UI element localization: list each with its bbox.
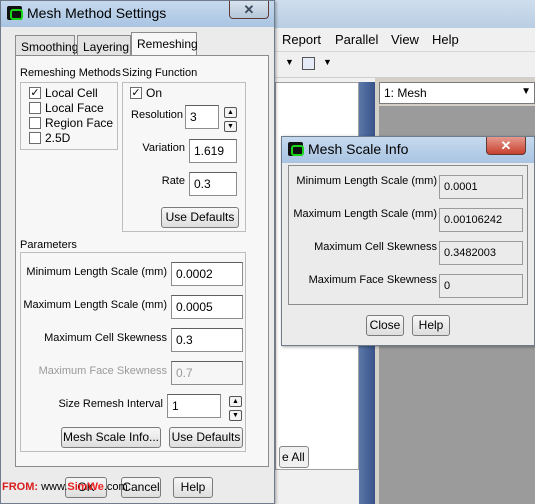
interval-up-icon[interactable]: ▲ [229,396,242,407]
size-remesh-interval-label: Size Remesh Interval [58,398,163,410]
remeshing-methods-group: ✓ Local Cell Local Face Region Face 2.5D [20,82,118,150]
local-face-checkbox[interactable] [29,102,41,114]
sizing-on-checkbox[interactable]: ✓ [130,87,142,99]
info-title: Mesh Scale Info [308,141,409,157]
info-panel: Minimum Length Scale (mm) 0.0001 Maximum… [288,165,528,305]
max-cell-skewness-input[interactable]: 0.3 [171,328,243,352]
interval-down-icon[interactable]: ▼ [229,410,242,421]
min-length-input[interactable]: 0.0002 [171,262,243,286]
menu-parallel[interactable]: Parallel [335,32,378,47]
local-face-label: Local Face [45,101,104,115]
watermark-prefix: FROM: [2,481,39,493]
max-cell-skewness-label: Maximum Cell Skewness [44,332,167,344]
mesh-method-settings-dialog: Mesh Method Settings ✕ Smoothing Layerin… [0,0,275,504]
watermark-site-a: www. [41,481,68,493]
region-face-checkbox[interactable] [29,117,41,129]
watermark-site-b: SimWe [67,481,104,493]
info-close-button[interactable]: Close [366,315,404,336]
mesh-scale-info-dialog: Mesh Scale Info ✕ Minimum Length Scale (… [281,136,535,346]
chevron-down-icon: ▼ [521,86,531,97]
info-max-cell-skewness-label: Maximum Cell Skewness [314,241,437,253]
local-cell-checkbox[interactable]: ✓ [29,87,41,99]
params-use-defaults-button[interactable]: Use Defaults [169,427,243,448]
info-max-length-label: Maximum Length Scale (mm) [293,208,437,220]
remeshing-panel: Remeshing Methods ✓ Local Cell Local Fac… [15,55,269,467]
info-max-cell-skewness-value: 0.3482003 [439,241,523,265]
resolution-up-icon[interactable]: ▲ [224,107,237,118]
watermark-site-c: .com [103,481,128,493]
menu-view[interactable]: View [391,32,419,47]
remeshing-methods-title: Remeshing Methods [20,67,121,79]
variation-label: Variation [142,142,185,154]
min-length-label: Minimum Length Scale (mm) [26,266,167,278]
mesh-window-value: 1: Mesh [384,86,427,100]
dropdown-arrow-icon[interactable]: ▼ [323,57,332,67]
view-square-icon[interactable] [302,57,315,70]
info-max-face-skewness-value: 0 [439,274,523,298]
parameters-group: Minimum Length Scale (mm) 0.0002 Maximum… [20,252,246,452]
2-5d-label: 2.5D [45,131,71,145]
rate-label: Rate [161,175,185,187]
parameters-title: Parameters [20,239,77,251]
max-length-label: Maximum Length Scale (mm) [23,299,167,311]
info-max-length-value: 0.00106242 [439,208,523,232]
max-face-skewness-label: Maximum Face Skewness [38,365,167,377]
tab-smoothing[interactable]: Smoothing [15,35,78,55]
max-face-skewness-input: 0.7 [171,361,243,385]
variation-input[interactable]: 1.619 [189,139,237,163]
tab-layering[interactable]: Layering [77,35,131,55]
info-max-face-skewness-label: Maximum Face Skewness [308,274,437,286]
region-face-label: Region Face [45,116,114,130]
info-title-bar: Mesh Scale Info ✕ [282,137,534,163]
app-icon [7,6,23,20]
max-length-input[interactable]: 0.0005 [171,295,243,319]
dropdown-arrow-icon[interactable]: ▼ [285,57,294,67]
info-close-icon[interactable]: ✕ [486,137,526,155]
resolution-down-icon[interactable]: ▼ [224,121,237,132]
dialog-title: Mesh Method Settings [27,5,167,21]
info-min-length-value: 0.0001 [439,175,523,199]
mesh-scale-info-button[interactable]: Mesh Scale Info... [61,427,161,448]
local-cell-label: Local Cell [45,86,98,100]
app-icon [288,142,304,156]
menu-help[interactable]: Help [432,32,459,47]
rate-input[interactable]: 0.3 [189,172,237,196]
close-button[interactable]: ✕ [229,1,269,19]
2-5d-checkbox[interactable] [29,132,41,144]
tab-remeshing[interactable]: Remeshing [131,32,198,55]
menu-report[interactable]: Report [282,32,321,47]
mesh-window-select[interactable]: 1: Mesh ▼ [379,82,535,104]
partial-button[interactable]: e All [279,446,309,468]
help-button[interactable]: Help [173,477,213,498]
info-min-length-label: Minimum Length Scale (mm) [296,175,437,187]
resolution-label: Resolution [131,109,183,121]
sizing-on-label: On [146,86,163,100]
resolution-input[interactable]: 3 [185,105,219,129]
watermark: FROM: www.SimWe.com [2,481,128,493]
sizing-use-defaults-button[interactable]: Use Defaults [161,207,239,228]
size-remesh-interval-input[interactable]: 1 [167,394,221,418]
dialog-title-bar: Mesh Method Settings ✕ [1,1,274,27]
sizing-function-group: ✓ On Resolution 3 ▲ ▼ Variation 1.619 Ra… [122,82,246,232]
sizing-function-title: Sizing Function [122,67,198,79]
info-help-button[interactable]: Help [412,315,450,336]
